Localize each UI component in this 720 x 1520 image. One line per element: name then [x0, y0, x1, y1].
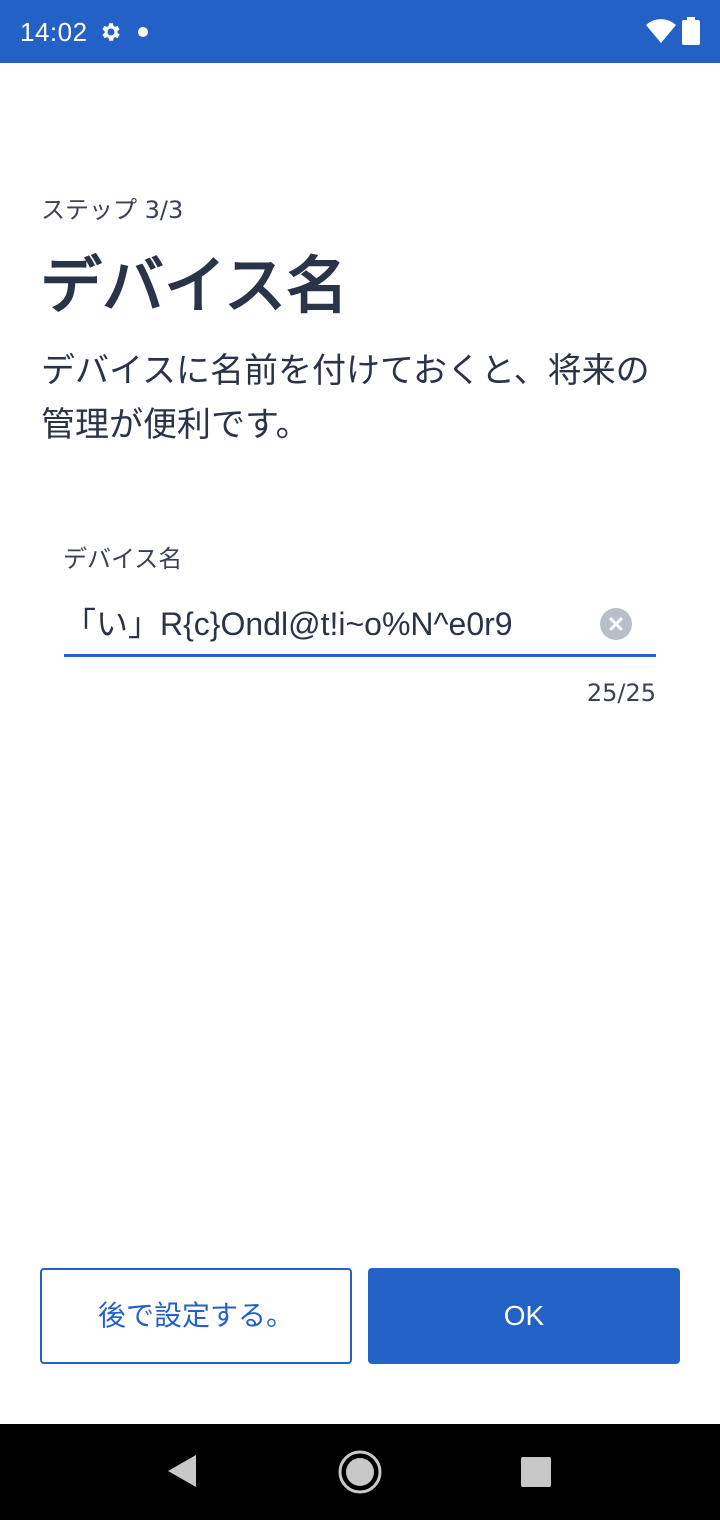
step-indicator: ステップ 3/3 — [41, 196, 184, 224]
page-title: デバイス名 — [40, 249, 349, 322]
navigation-bar — [0, 1424, 720, 1520]
back-icon[interactable] — [166, 1453, 198, 1489]
gear-icon — [102, 23, 120, 41]
device-name-label: デバイス名 — [63, 545, 183, 573]
status-time: 14:02 — [20, 17, 88, 47]
character-counter: 25/25 — [586, 679, 656, 707]
clear-circle-icon — [609, 617, 623, 631]
status-bar: 14:02 — [0, 0, 720, 63]
set-later-button[interactable]: 後で設定する。 — [40, 1268, 352, 1364]
field-underline — [64, 654, 656, 657]
clear-text-button[interactable] — [600, 608, 632, 640]
page-description: デバイスに名前を付けておくと、将来の管理が便利です。 — [41, 351, 650, 445]
ok-button[interactable]: OK — [368, 1268, 680, 1364]
home-icon[interactable] — [336, 1448, 384, 1496]
notification-dot-icon — [138, 27, 148, 37]
wifi-icon — [646, 19, 676, 43]
recents-icon[interactable] — [521, 1457, 551, 1487]
battery-icon — [682, 17, 700, 45]
device-name-input[interactable] — [64, 600, 584, 648]
